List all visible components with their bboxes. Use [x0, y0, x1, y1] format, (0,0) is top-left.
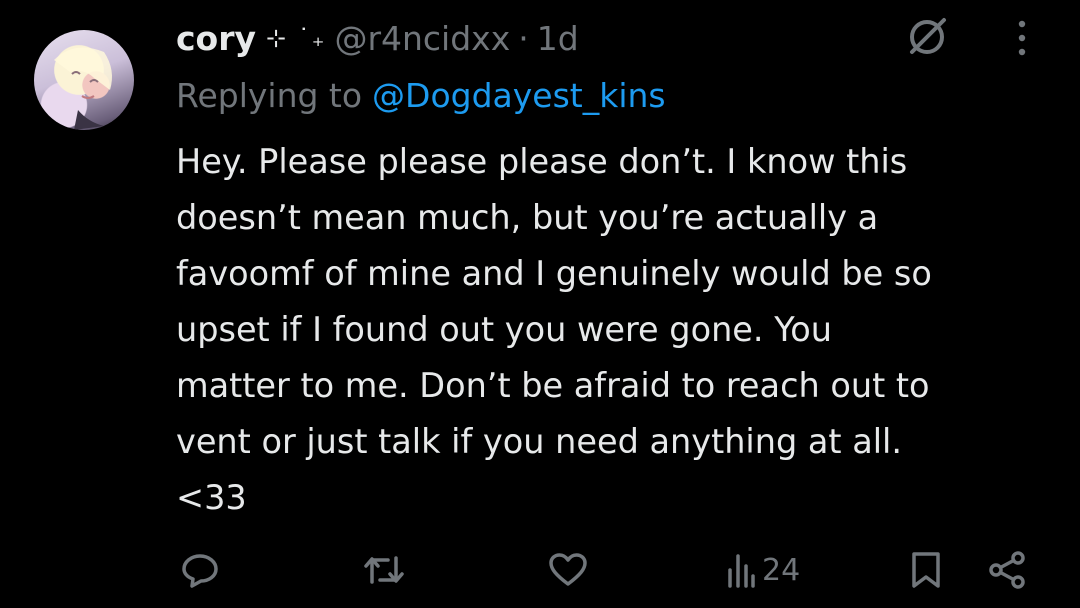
repost-icon [360, 548, 408, 592]
views-count: 24 [762, 552, 801, 588]
reply-icon [178, 548, 222, 592]
tweet-text: Hey. Please please please don’t. I know … [176, 142, 932, 517]
like-button[interactable] [546, 548, 590, 592]
replying-mention[interactable]: @Dogdayest_kins [372, 76, 666, 115]
user-handle[interactable]: @r4ncidxx [334, 19, 510, 58]
replying-to: Replying to @Dogdayest_kins [176, 70, 666, 120]
action-bar: 24 [0, 540, 1080, 604]
tweet-header: cory ⊹ ˙₊ @r4ncidxx · 1d [176, 12, 579, 64]
timestamp[interactable]: 1d [537, 19, 579, 58]
views-icon [726, 548, 756, 592]
avatar[interactable] [34, 30, 134, 130]
views-button[interactable]: 24 [726, 548, 800, 592]
share-button[interactable] [986, 548, 1030, 592]
like-icon [546, 548, 590, 592]
replying-prefix: Replying to [176, 75, 363, 115]
repost-button[interactable] [360, 548, 408, 592]
more-icon[interactable] [1010, 18, 1034, 58]
reply-button[interactable] [178, 548, 222, 592]
bookmark-button[interactable] [906, 548, 946, 592]
name-decoration: ⊹ ˙₊ [266, 24, 327, 52]
separator-dot: · [518, 18, 529, 58]
bookmark-icon [906, 548, 946, 592]
display-name[interactable]: cory [176, 19, 256, 58]
share-icon [986, 548, 1030, 592]
grok-icon[interactable] [906, 14, 950, 58]
